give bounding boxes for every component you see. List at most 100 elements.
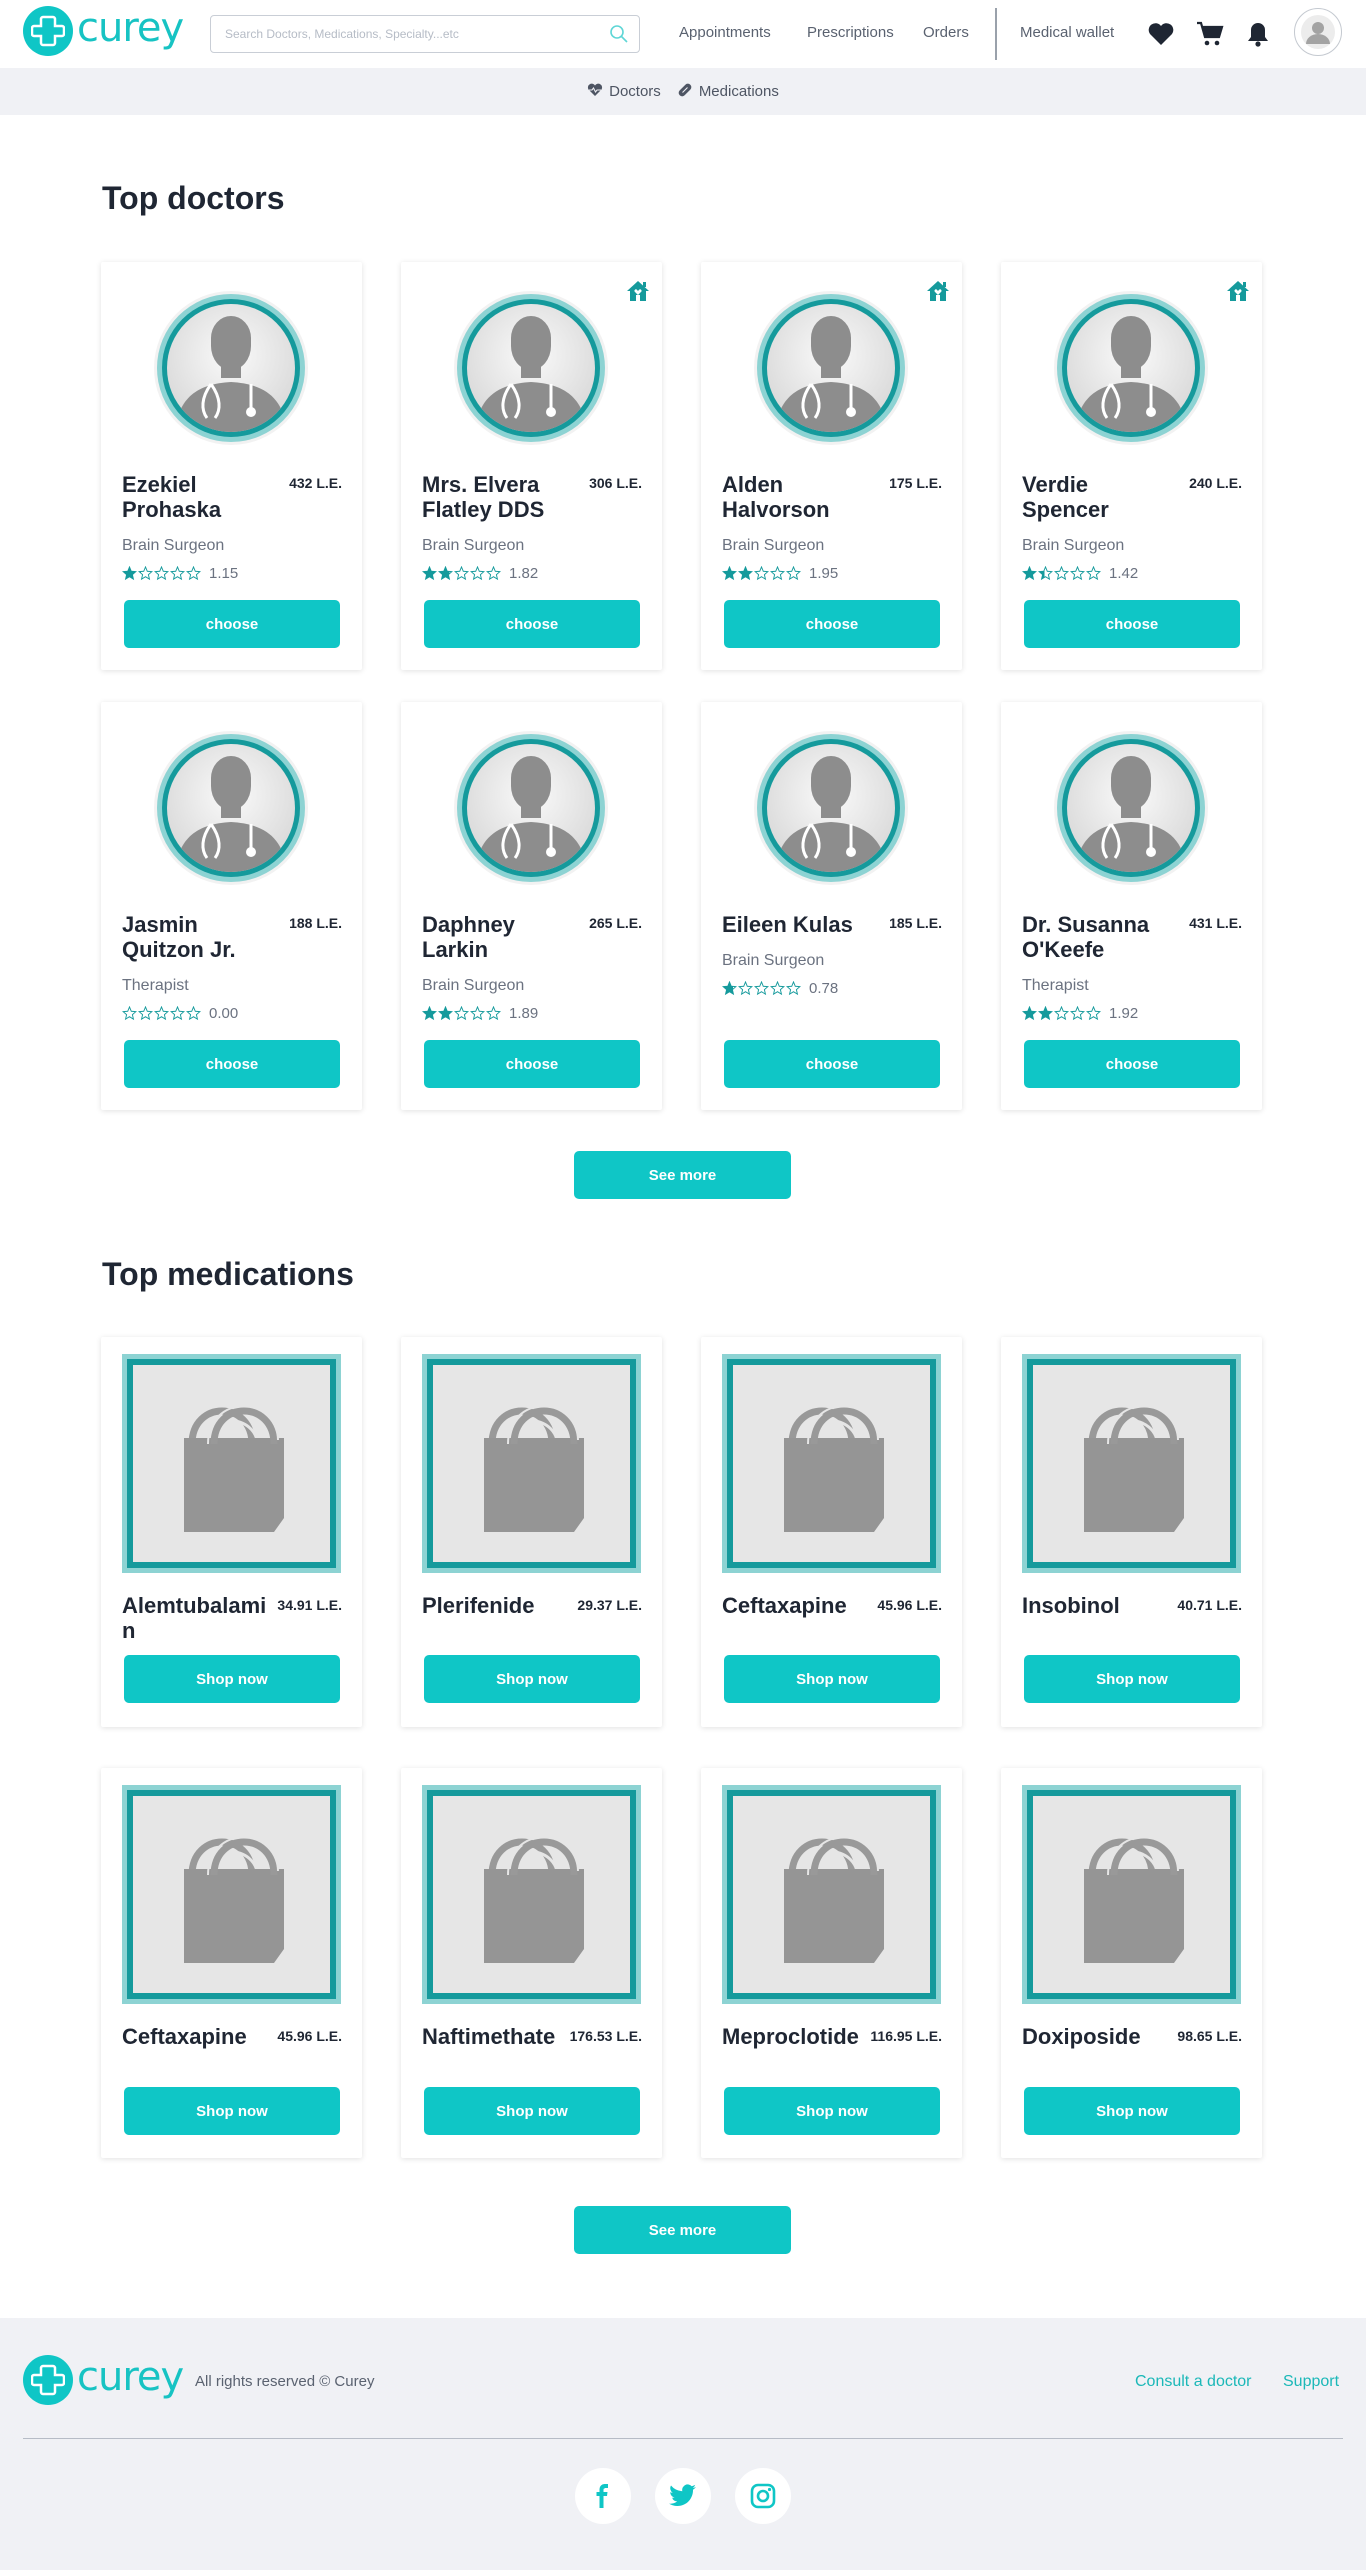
shop-now-button[interactable]: Shop now xyxy=(724,1655,940,1703)
brand-logo[interactable]: curey xyxy=(23,6,184,56)
star-icon xyxy=(170,1006,185,1021)
medication-name[interactable]: Ceftaxapine xyxy=(722,1593,877,1618)
star-icon xyxy=(722,566,737,581)
doctor-name[interactable]: Jasmin Quitzon Jr. xyxy=(122,912,272,962)
doctor-name[interactable]: Eileen Kulas xyxy=(722,912,872,937)
choose-button[interactable]: choose xyxy=(424,600,640,648)
instagram-icon[interactable] xyxy=(735,2468,791,2524)
medication-card[interactable]: Meproclotide 116.95 L.E. Shop now xyxy=(701,1768,962,2158)
star-icon xyxy=(770,566,785,581)
medication-price: 116.95 L.E. xyxy=(870,2028,942,2044)
footer-support-link[interactable]: Support xyxy=(1283,2373,1339,2391)
doctor-card[interactable]: Daphney Larkin 265 L.E. Brain Surgeon 1.89 c… xyxy=(401,702,662,1110)
subnav-medications-label: Medications xyxy=(698,83,779,100)
twitter-icon[interactable] xyxy=(655,2468,711,2524)
bell-icon[interactable] xyxy=(1246,20,1270,53)
search-box xyxy=(210,15,640,53)
doctor-name[interactable]: Ezekiel Prohaska xyxy=(122,472,272,522)
nav-divider xyxy=(995,8,997,60)
star-icon xyxy=(770,981,785,996)
nav-orders[interactable]: Orders xyxy=(923,24,969,41)
nav-appointments[interactable]: Appointments xyxy=(679,24,771,41)
top-medications-title: Top medications xyxy=(102,1256,354,1292)
shop-now-button[interactable]: Shop now xyxy=(424,2087,640,2135)
search-icon[interactable] xyxy=(609,24,629,49)
search-input[interactable] xyxy=(225,27,595,41)
star-icon xyxy=(138,566,153,581)
doctor-card[interactable]: Alden Halvorson 175 L.E. Brain Surgeon 1.95… xyxy=(701,262,962,670)
shop-now-button[interactable]: Shop now xyxy=(1024,2087,1240,2135)
footer-logo[interactable]: curey xyxy=(23,2355,184,2405)
shop-now-button[interactable]: Shop now xyxy=(124,1655,340,1703)
medication-name[interactable]: Ceftaxapine xyxy=(122,2024,277,2049)
doctor-rating: 0.78 xyxy=(722,980,838,997)
user-avatar[interactable] xyxy=(1294,8,1342,56)
rating-value: 1.89 xyxy=(509,1005,539,1022)
doctor-name[interactable]: Dr. Susanna O'Keefe xyxy=(1022,912,1172,962)
doctor-rating: 1.15 xyxy=(122,565,238,582)
nav-prescriptions[interactable]: Prescriptions xyxy=(807,24,894,41)
star-icon xyxy=(1086,566,1101,581)
medication-name[interactable]: Insobinol xyxy=(1022,1593,1177,1618)
home-visit-icon xyxy=(1226,279,1250,308)
shop-now-button[interactable]: Shop now xyxy=(724,2087,940,2135)
medication-card[interactable]: Ceftaxapine 45.96 L.E. Shop now xyxy=(701,1337,962,1727)
footer-consult-link[interactable]: Consult a doctor xyxy=(1135,2373,1252,2391)
choose-button[interactable]: choose xyxy=(724,1040,940,1088)
star-icon xyxy=(422,566,437,581)
doctor-rating: 1.95 xyxy=(722,565,838,582)
doctors-see-more-button[interactable]: See more xyxy=(574,1151,791,1199)
medications-see-more-button[interactable]: See more xyxy=(574,2206,791,2254)
doctor-avatar xyxy=(153,730,309,886)
cart-icon[interactable] xyxy=(1196,20,1224,53)
medication-name[interactable]: Doxiposide xyxy=(1022,2024,1177,2049)
medication-card[interactable]: Insobinol 40.71 L.E. Shop now xyxy=(1001,1337,1262,1727)
subnav-doctors[interactable]: Doctors xyxy=(587,83,661,101)
choose-button[interactable]: choose xyxy=(1024,1040,1240,1088)
doctor-price: 188 L.E. xyxy=(289,915,342,931)
choose-button[interactable]: choose xyxy=(724,600,940,648)
star-icon xyxy=(170,566,185,581)
star-icon xyxy=(454,1006,469,1021)
subnav-medications[interactable]: Medications xyxy=(677,82,779,102)
doctor-card[interactable]: Dr. Susanna O'Keefe 431 L.E. Therapist 1.92… xyxy=(1001,702,1262,1110)
doctor-price: 240 L.E. xyxy=(1189,475,1242,491)
medication-card[interactable]: Plerifenide 29.37 L.E. Shop now xyxy=(401,1337,662,1727)
shop-now-button[interactable]: Shop now xyxy=(124,2087,340,2135)
nav-medical-wallet[interactable]: Medical wallet xyxy=(1020,24,1114,41)
doctor-card[interactable]: Ezekiel Prohaska 432 L.E. Brain Surgeon 1.1… xyxy=(101,262,362,670)
shop-now-button[interactable]: Shop now xyxy=(1024,1655,1240,1703)
choose-button[interactable]: choose xyxy=(124,1040,340,1088)
medication-card[interactable]: Naftimethate 176.53 L.E. Shop now xyxy=(401,1768,662,2158)
rating-value: 1.15 xyxy=(209,565,239,582)
doctor-name[interactable]: Mrs. Elvera Flatley DDS xyxy=(422,472,572,522)
medication-name[interactable]: Plerifenide xyxy=(422,1593,577,1618)
rating-value: 1.82 xyxy=(509,565,539,582)
doctor-name[interactable]: Alden Halvorson xyxy=(722,472,872,522)
doctor-card[interactable]: Eileen Kulas 185 L.E. Brain Surgeon 0.78 cho… xyxy=(701,702,962,1110)
doctor-card[interactable]: Mrs. Elvera Flatley DDS 306 L.E. Brain Sur… xyxy=(401,262,662,670)
doctor-name[interactable]: Daphney Larkin xyxy=(422,912,572,962)
choose-button[interactable]: choose xyxy=(424,1040,640,1088)
heart-icon[interactable] xyxy=(1147,22,1175,51)
medication-card[interactable]: Ceftaxapine 45.96 L.E. Shop now xyxy=(101,1768,362,2158)
medication-name[interactable]: Meproclotide xyxy=(722,2024,877,2049)
choose-button[interactable]: choose xyxy=(124,600,340,648)
doctor-card[interactable]: Verdie Spencer 240 L.E. Brain Surgeon 1.42 c… xyxy=(1001,262,1262,670)
star-icon xyxy=(470,1006,485,1021)
rating-value: 0.78 xyxy=(809,980,839,997)
medication-name[interactable]: Naftimethate xyxy=(422,2024,577,2049)
doctor-name[interactable]: Verdie Spencer xyxy=(1022,472,1172,522)
shopping-bag-icon xyxy=(722,1785,941,2004)
copyright-text: All rights reserved © Curey xyxy=(195,2373,375,2390)
doctor-card[interactable]: Jasmin Quitzon Jr. 188 L.E. Therapist 0.00 c… xyxy=(101,702,362,1110)
shopping-bag-icon xyxy=(722,1354,941,1573)
medication-card[interactable]: Doxiposide 98.65 L.E. Shop now xyxy=(1001,1768,1262,2158)
medication-card[interactable]: Alemtubalamin 34.91 L.E. Shop now xyxy=(101,1337,362,1727)
star-icon xyxy=(186,1006,201,1021)
choose-button[interactable]: choose xyxy=(1024,600,1240,648)
shop-now-button[interactable]: Shop now xyxy=(424,1655,640,1703)
medication-name[interactable]: Alemtubalamin xyxy=(122,1593,277,1643)
facebook-icon[interactable] xyxy=(575,2468,631,2524)
star-icon xyxy=(438,566,453,581)
